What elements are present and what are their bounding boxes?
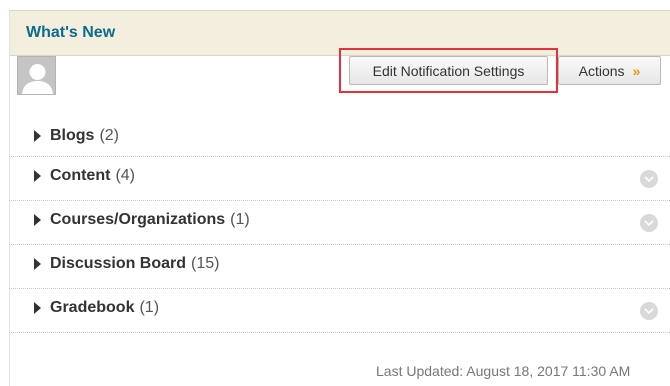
user-avatar-icon <box>17 56 56 95</box>
list-item-blogs: Blogs (2) <box>9 117 670 157</box>
list-item-name: Content <box>50 167 111 184</box>
triangle-right-icon <box>34 302 41 314</box>
edit-notification-settings-label: Edit Notification Settings <box>372 62 525 79</box>
chevron-down-circle-icon[interactable] <box>640 170 658 188</box>
triangle-right-icon <box>34 170 41 182</box>
double-chevron-down-icon: » <box>632 62 641 79</box>
expand-toggle-gradebook[interactable]: Gradebook (1) <box>34 299 159 317</box>
list-item-name: Blogs <box>50 127 95 144</box>
list-item-count: (2) <box>99 127 120 144</box>
list-item-courses-organizations: Courses/Organizations (1) <box>9 201 670 245</box>
edit-notification-settings-button[interactable]: Edit Notification Settings <box>349 56 548 85</box>
expand-toggle-blogs[interactable]: Blogs (2) <box>34 127 119 145</box>
list-item-name: Gradebook <box>50 299 135 316</box>
triangle-right-icon <box>34 214 41 226</box>
expand-toggle-courses-organizations[interactable]: Courses/Organizations (1) <box>34 211 250 229</box>
chevron-down-circle-icon[interactable] <box>640 214 658 232</box>
list-item-count: (1) <box>139 299 160 316</box>
triangle-right-icon <box>34 130 41 142</box>
triangle-right-icon <box>34 258 41 270</box>
actions-button[interactable]: Actions » <box>558 56 661 85</box>
chevron-down-circle-icon[interactable] <box>640 302 658 320</box>
expand-toggle-content[interactable]: Content (4) <box>34 167 135 185</box>
list-item-gradebook: Gradebook (1) <box>9 289 670 333</box>
list-item-discussion-board: Discussion Board (15) <box>9 245 670 289</box>
list-item-content: Content (4) <box>9 157 670 201</box>
actions-label: Actions <box>578 62 625 79</box>
list-item-count: (1) <box>230 211 250 228</box>
list-item-name: Discussion Board <box>50 255 187 272</box>
whats-new-list: Blogs (2) Content (4) Courses/Organizati… <box>9 117 670 333</box>
last-updated-text: Last Updated: August 18, 2017 11:30 AM <box>376 363 631 379</box>
list-item-name: Courses/Organizations <box>50 211 226 228</box>
expand-toggle-discussion-board[interactable]: Discussion Board (15) <box>34 255 219 273</box>
list-item-count: (15) <box>191 255 220 272</box>
module-title: What's New <box>26 24 116 41</box>
list-item-count: (4) <box>115 167 135 184</box>
